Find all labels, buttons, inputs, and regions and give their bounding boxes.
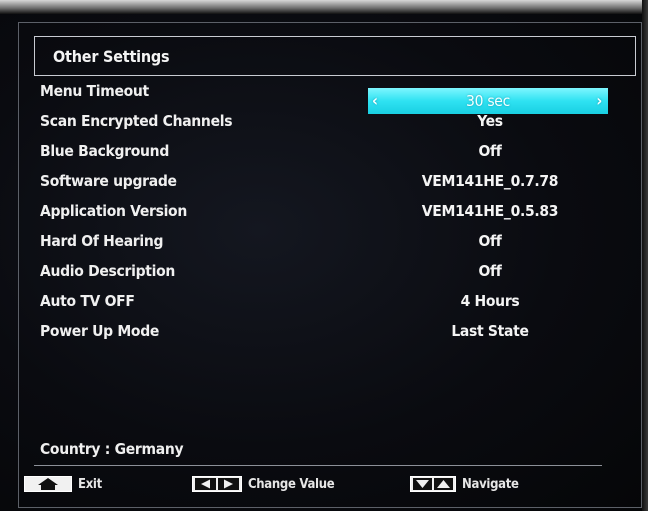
setting-row-power-up-mode[interactable]: Power Up Mode Last State — [40, 320, 620, 350]
setting-row-audio-description[interactable]: Audio Description Off — [40, 260, 620, 290]
setting-label: Hard Of Hearing — [40, 232, 164, 250]
setting-label: Blue Background — [40, 142, 169, 160]
change-value-label: Change Value — [248, 476, 335, 492]
setting-value: Yes — [477, 112, 503, 130]
setting-value: Off — [478, 232, 502, 250]
home-icon — [24, 476, 72, 492]
setting-label: Software upgrade — [40, 172, 177, 190]
setting-value: VEM141HE_0.5.83 — [421, 202, 559, 220]
setting-value: VEM141HE_0.7.78 — [421, 172, 559, 190]
bezel-top — [0, 0, 648, 14]
setting-value: Off — [478, 262, 502, 280]
bezel-right — [642, 0, 648, 511]
setting-row-blue-background[interactable]: Blue Background Off — [40, 140, 620, 170]
setting-label: Application Version — [40, 202, 187, 220]
setting-row-software-upgrade[interactable]: Software upgrade VEM141HE_0.7.78 — [40, 170, 620, 200]
country-label: Country : Germany — [40, 440, 184, 458]
setting-value: 30 sec — [466, 92, 510, 110]
page-title: Other Settings — [53, 46, 170, 66]
setting-label: Power Up Mode — [40, 322, 160, 340]
setting-label: Audio Description — [40, 262, 176, 280]
setting-row-auto-tv-off[interactable]: Auto TV OFF 4 Hours — [40, 290, 620, 320]
setting-row-application-version[interactable]: Application Version VEM141HE_0.5.83 — [40, 200, 620, 230]
settings-list: Menu Timeout ‹ 30 sec › Scan Encrypted C… — [40, 80, 620, 350]
left-right-arrows-icon — [192, 476, 242, 492]
setting-row-menu-timeout[interactable]: Menu Timeout ‹ 30 sec › — [40, 80, 620, 114]
change-value-hint[interactable]: Change Value — [192, 476, 335, 492]
exit-label: Exit — [78, 476, 102, 492]
setting-value: 4 Hours — [460, 292, 520, 310]
setting-row-scan-encrypted-channels[interactable]: Scan Encrypted Channels Yes — [40, 110, 620, 140]
setting-value: Last State — [451, 322, 529, 340]
navigate-label: Navigate — [462, 476, 519, 492]
setting-label: Scan Encrypted Channels — [40, 112, 233, 130]
setting-label: Auto TV OFF — [40, 292, 135, 310]
setting-label: Menu Timeout — [40, 82, 149, 100]
setting-row-hard-of-hearing[interactable]: Hard Of Hearing Off — [40, 230, 620, 260]
setting-value: Off — [478, 142, 502, 160]
down-up-arrows-icon — [410, 476, 456, 492]
menu-title-bar: Other Settings — [34, 36, 636, 76]
tv-screen: Other Settings Menu Timeout ‹ 30 sec › S… — [0, 0, 648, 511]
navigate-hint[interactable]: Navigate — [410, 476, 519, 492]
footer-divider — [34, 465, 602, 466]
exit-hint[interactable]: Exit — [24, 476, 102, 492]
